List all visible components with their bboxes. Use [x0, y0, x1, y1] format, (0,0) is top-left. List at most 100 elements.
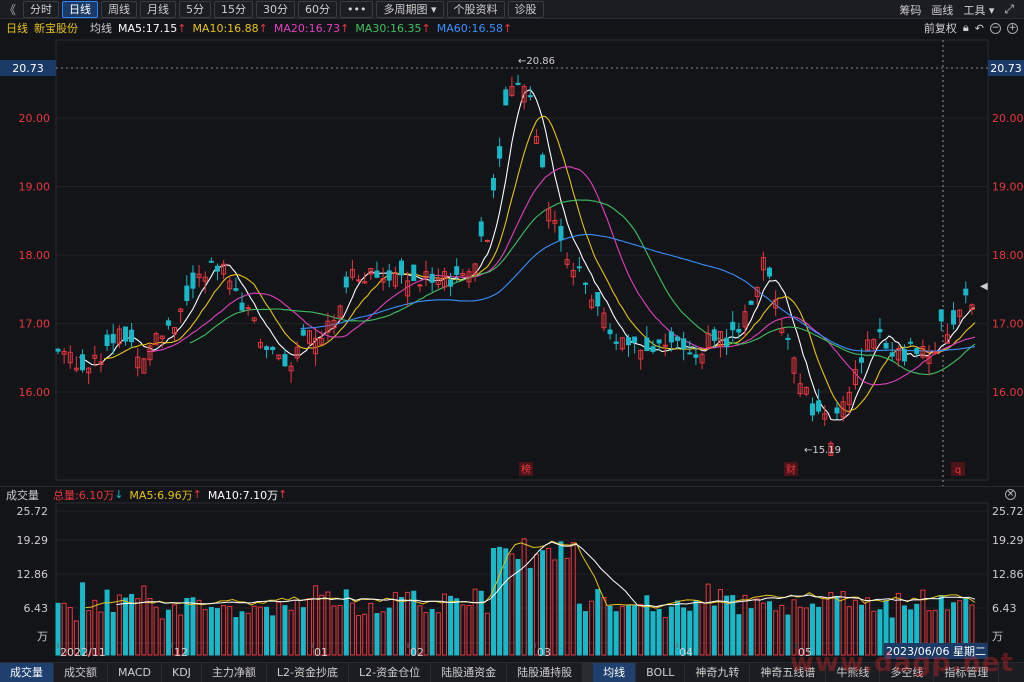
indicator-tab[interactable]: 成交额 [54, 663, 108, 682]
volume-bar [564, 557, 570, 656]
volume-bar [110, 612, 116, 656]
period-tab-5min[interactable]: 5分 [179, 0, 211, 18]
candle-body [515, 82, 521, 85]
ma30-value: MA30:16.35 [355, 21, 422, 35]
volume-bar [251, 605, 257, 656]
volume-bar [362, 613, 368, 656]
period-tab-15min[interactable]: 15分 [214, 0, 253, 18]
candle-body [932, 351, 938, 354]
low-price-label: ←15.19 [804, 445, 841, 456]
candle-body [208, 260, 214, 263]
candle-body [656, 339, 662, 344]
volume-bar [613, 611, 619, 656]
candle-body [908, 341, 914, 344]
stock-name[interactable]: 新宝股份 [34, 20, 78, 36]
lock-icon[interactable]: 🔒︎ [963, 21, 969, 35]
stock-info-button[interactable]: 个股资料 [446, 0, 505, 18]
volume-bar [503, 548, 509, 656]
volume-bar [270, 615, 276, 656]
candle-body [484, 239, 490, 242]
indicator-tab[interactable]: 均线 [593, 663, 637, 682]
volume-bar [398, 597, 404, 656]
chips-button[interactable]: 筹码 [899, 2, 921, 18]
candle-body [613, 341, 619, 344]
volume-bar [717, 589, 723, 656]
volume-bar [589, 600, 595, 656]
indicator-tab[interactable]: 成交量 [0, 663, 54, 682]
indicator-tab[interactable]: 神奇九转 [685, 663, 751, 682]
candle-body [711, 329, 717, 341]
period-tab-60min[interactable]: 60分 [298, 0, 337, 18]
candle-body [693, 354, 699, 358]
indicator-tab[interactable]: BOLL [636, 663, 686, 682]
indicator-tab[interactable]: KDJ [162, 663, 202, 682]
zoom-out-icon[interactable]: − [990, 22, 1001, 34]
candle-body [490, 177, 496, 191]
ma-label[interactable]: 均线 [90, 20, 112, 36]
volume-tick-right: 12.86 [992, 568, 1024, 581]
candle-body [270, 346, 276, 351]
period-tab-monthly[interactable]: 月线 [140, 0, 176, 18]
period-tab-30min[interactable]: 30分 [256, 0, 295, 18]
volume-bar [705, 583, 711, 656]
period-tab-timeshare[interactable]: 分时 [23, 0, 59, 18]
candle-body [687, 352, 693, 355]
volume-tick-right: 万 [992, 630, 1003, 643]
candle-body [889, 352, 895, 357]
indicator-tab[interactable]: 陆股通持股 [507, 663, 584, 682]
volume-bar [521, 538, 527, 656]
close-icon[interactable]: × [1005, 489, 1016, 500]
multi-period-dropdown[interactable]: 多周期图 ▾ [376, 0, 444, 18]
candle-body [239, 302, 245, 311]
volume-bar [650, 611, 656, 656]
candle-body [245, 307, 251, 310]
volume-label: 成交量 [6, 488, 39, 502]
volume-bar [466, 605, 472, 656]
undo-icon[interactable]: ↶ [975, 22, 984, 35]
candle-body [527, 95, 533, 98]
volume-bar [595, 589, 601, 656]
candle-body [104, 334, 110, 347]
indicator-tab[interactable]: MACD [108, 663, 162, 682]
indicator-tab[interactable]: 陆股通资金 [431, 663, 508, 682]
candle-body [816, 400, 822, 412]
candle-body [736, 328, 742, 333]
x-tick-label: 01 [314, 646, 328, 659]
volume-bar [288, 609, 294, 656]
y-tick-label-left: 20.00 [19, 112, 51, 125]
volume-bar [343, 589, 349, 656]
kline-chart[interactable]: 20.00 20.00 19.00 19.00 18.00 18.00 17.00 17.00… [0, 36, 1024, 486]
volume-tick-left: 25.72 [17, 505, 49, 518]
candle-body [938, 309, 944, 322]
volume-chart[interactable]: 25.72 25.72 19.29 19.29 12.86 12.86 6.43 6.43 万 万… [0, 502, 1024, 662]
y-tick-label-right: 18.00 [992, 249, 1024, 262]
volume-bar [202, 609, 208, 656]
candle-body [478, 221, 484, 237]
indicator-tab[interactable]: L2-资金抄底 [267, 663, 350, 682]
adjust-mode-button[interactable]: 前复权 [924, 20, 957, 36]
candle-body [497, 146, 503, 159]
indicator-tab[interactable]: L2-资金仓位 [349, 663, 432, 682]
period-tab-weekly[interactable]: 周线 [101, 0, 137, 18]
period-tab-daily[interactable]: 日线 [62, 0, 98, 18]
back-icon[interactable]: 《 [0, 1, 20, 18]
draw-line-button[interactable]: 画线 [931, 2, 953, 18]
indicator-tab[interactable]: 主力净额 [202, 663, 267, 682]
volume-bar [484, 612, 490, 656]
candle-body [356, 279, 362, 282]
volume-bar [190, 597, 196, 656]
volume-bar [165, 609, 171, 656]
diagnose-button[interactable]: 诊股 [507, 0, 544, 18]
volume-bar [257, 606, 263, 656]
candle-body [540, 154, 546, 168]
volume-tick-left: 19.29 [17, 534, 49, 547]
candle-body [834, 407, 840, 414]
zoom-in-icon[interactable]: + [1007, 22, 1018, 34]
more-periods-button[interactable]: ••• [340, 0, 374, 18]
candle-body [233, 288, 239, 291]
volume-bar [527, 567, 533, 656]
volume-bar [448, 595, 454, 656]
tools-dropdown[interactable]: 工具 ▾ [963, 2, 994, 18]
x-tick-label: 04 [679, 646, 693, 659]
fullscreen-icon[interactable]: ⤢ [1004, 2, 1014, 17]
